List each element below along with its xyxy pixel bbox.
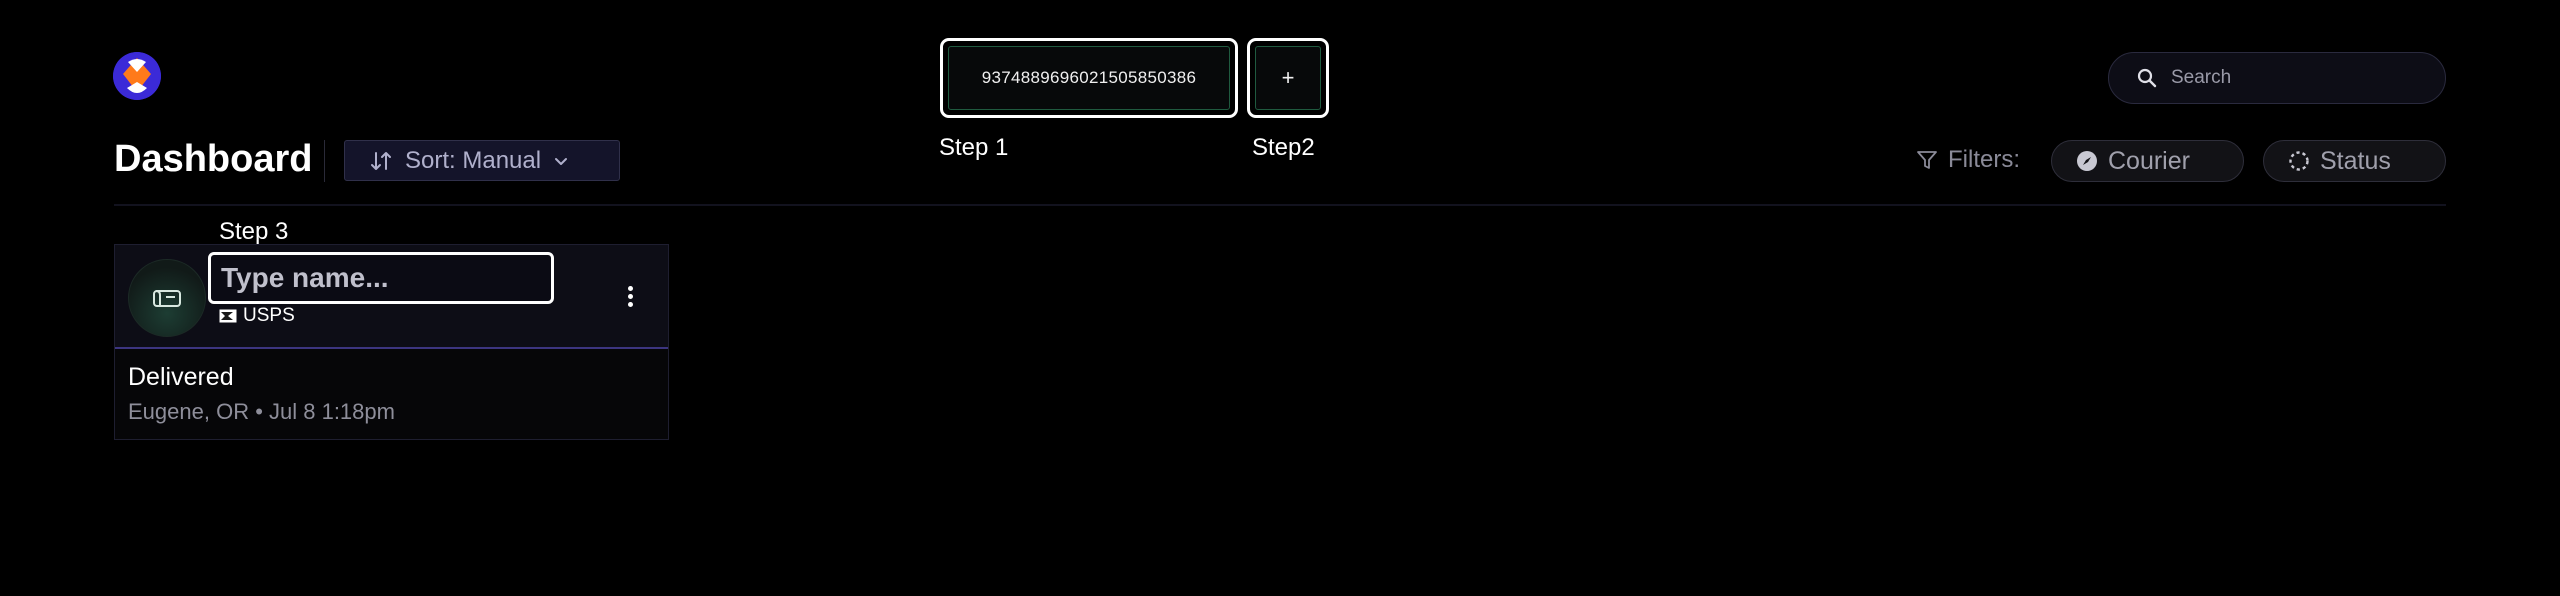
more-options-icon[interactable] xyxy=(615,281,645,311)
package-name-input[interactable] xyxy=(208,252,554,304)
search-input[interactable] xyxy=(2171,67,2411,89)
step-3-label: Step 3 xyxy=(219,218,289,245)
sort-button[interactable]: Sort: Manual xyxy=(344,140,620,181)
step-1-label: Step 1 xyxy=(939,134,1009,161)
logo-mark-icon xyxy=(113,52,161,100)
add-label: + xyxy=(1255,46,1321,110)
package-card[interactable]: USPS Delivered Eugene, OR • Jul 8 1:18pm xyxy=(114,244,669,440)
sort-arrows-icon xyxy=(371,151,391,170)
package-status: Delivered xyxy=(128,363,234,391)
chevron-down-icon xyxy=(555,157,568,165)
usps-eagle-icon xyxy=(219,309,237,323)
mailbox-icon xyxy=(153,290,181,307)
filters-label: Filters: xyxy=(1916,146,2020,174)
filter-chip-status-label: Status xyxy=(2320,146,2391,175)
filter-chip-courier[interactable]: Courier xyxy=(2051,140,2244,182)
tracking-number-field[interactable]: 9374889696021505850386 xyxy=(940,38,1238,118)
tracking-number-value[interactable]: 9374889696021505850386 xyxy=(948,46,1230,110)
filter-chip-status[interactable]: Status xyxy=(2263,140,2446,182)
compass-icon xyxy=(2077,151,2097,171)
search-icon xyxy=(2137,68,2157,88)
funnel-icon xyxy=(1917,151,1937,169)
courier-name: USPS xyxy=(243,305,295,326)
search-bar[interactable] xyxy=(2108,52,2446,104)
title-divider xyxy=(324,140,325,182)
filter-chip-courier-label: Courier xyxy=(2108,146,2190,175)
package-card-header: USPS xyxy=(115,245,668,349)
add-tracking-button[interactable]: + xyxy=(1247,38,1329,118)
app-logo[interactable] xyxy=(113,52,161,100)
step-2-label: Step2 xyxy=(1252,134,1315,161)
filters-text: Filters: xyxy=(1948,146,2020,173)
header-divider xyxy=(114,204,2446,206)
courier-row: USPS xyxy=(219,305,295,327)
dashed-circle-icon xyxy=(2289,151,2309,171)
sort-label: Sort: Manual xyxy=(405,146,542,174)
package-avatar xyxy=(128,259,206,337)
package-location-time: Eugene, OR • Jul 8 1:18pm xyxy=(128,399,395,424)
page-title: Dashboard xyxy=(114,138,313,180)
